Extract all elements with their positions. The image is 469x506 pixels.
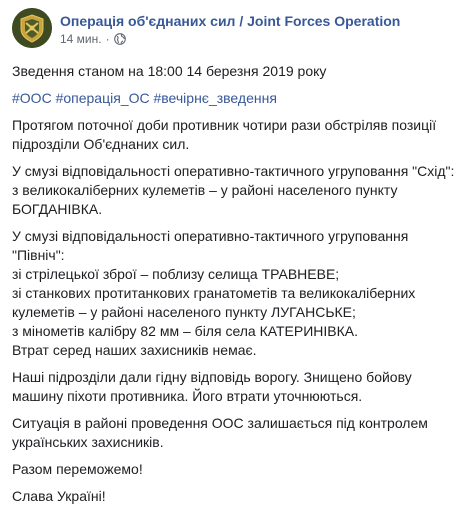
post-body: Зведення станом на 18:00 14 березня 2019… xyxy=(12,62,457,506)
text-line: Протягом поточної доби противник чотири … xyxy=(12,117,437,133)
facebook-post: Операція об'єднаних сил / Joint Forces O… xyxy=(0,0,469,504)
paragraph-2: У смузі відповідальності оперативно-такт… xyxy=(12,162,457,219)
text-line: У смузі відповідальності оперативно-такт… xyxy=(12,228,409,244)
globe-icon[interactable] xyxy=(113,33,126,45)
page-avatar[interactable] xyxy=(12,8,52,48)
separator-dot: · xyxy=(105,32,110,46)
paragraph-3: У смузі відповідальності оперативно-такт… xyxy=(12,227,457,360)
text-line: БОГДАНІВКА. xyxy=(12,201,103,217)
hashtag-evening-report[interactable]: #вечірнє_зведення xyxy=(153,90,276,106)
hashtag-oos[interactable]: #ООС xyxy=(12,90,52,106)
hashtag-row: #ООС #операція_ОС #вечірнє_зведення xyxy=(12,89,457,108)
text-line: Ситуація в районі проведення ООС залишає… xyxy=(12,415,428,431)
hashtag-operation[interactable]: #операція_ОС xyxy=(56,90,150,106)
paragraph-5: Ситуація в районі проведення ООС залишає… xyxy=(12,414,457,452)
text-line: кулеметів – у районі населеного пункту Л… xyxy=(12,304,356,320)
text-line: У смузі відповідальності оперативно-такт… xyxy=(12,163,455,179)
text-line: "Північ": xyxy=(12,247,65,263)
text-line: зі станкових протитанкових гранатометів … xyxy=(12,285,416,301)
page-name-link[interactable]: Операція об'єднаних сил / Joint Forces O… xyxy=(60,13,400,29)
paragraph-1: Протягом поточної доби противник чотири … xyxy=(12,116,457,154)
post-timestamp[interactable]: 14 мин. xyxy=(60,31,102,47)
text-line: підрозділи Об'єднаних сил. xyxy=(12,136,190,152)
text-line: з мінометів калібру 82 мм – біля села КА… xyxy=(12,323,359,339)
text-line: зі стрілецької зброї – поблизу селища ТР… xyxy=(12,266,340,282)
text-line: Втрат серед наших захисників немає. xyxy=(12,342,257,358)
text-line: з великокаліберних кулеметів – у районі … xyxy=(12,182,398,198)
text-line: Наші підрозділи дали гідну відповідь вор… xyxy=(12,369,412,385)
paragraph-7: Слава Україні! xyxy=(12,488,106,504)
paragraph-6: Разом переможемо! xyxy=(12,461,143,477)
text-line: машину піхоти противника. Його втрати ут… xyxy=(12,388,363,404)
paragraph-4: Наші підрозділи дали гідну відповідь вор… xyxy=(12,368,457,406)
post-header: Операція об'єднаних сил / Joint Forces O… xyxy=(12,8,457,54)
jfo-emblem-icon xyxy=(12,8,52,48)
text-line: українських захисників. xyxy=(12,434,164,450)
headline: Зведення станом на 18:00 14 березня 2019… xyxy=(12,63,327,79)
